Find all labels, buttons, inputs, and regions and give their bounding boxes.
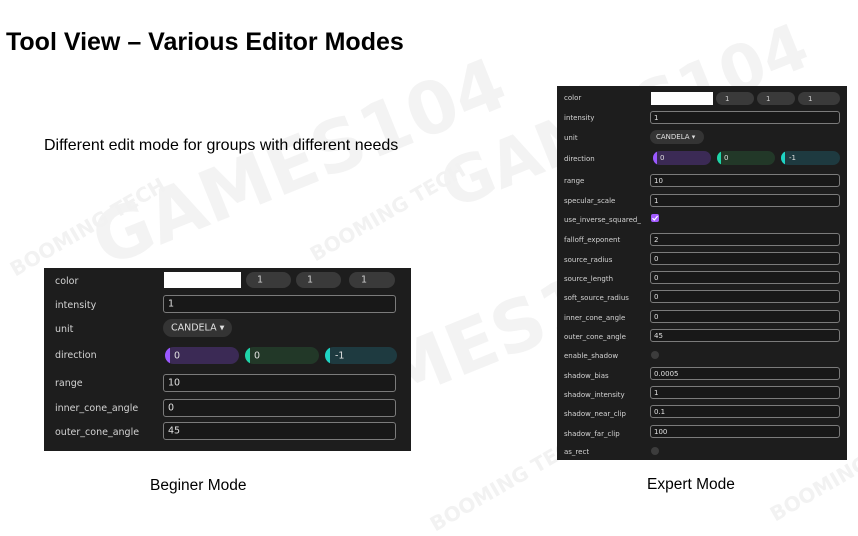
- unit-dropdown[interactable]: CANDELA ▾: [650, 130, 704, 144]
- enable-shadow-checkbox[interactable]: [651, 351, 659, 359]
- soft-source-radius-input[interactable]: 0: [650, 290, 840, 303]
- color-label: color: [564, 94, 582, 102]
- outer-cone-angle-input[interactable]: 45: [163, 422, 396, 440]
- range-input[interactable]: 10: [163, 374, 396, 392]
- beginner-mode-panel: color 1 1 1 intensity 1 unit CANDELA ▾ d…: [44, 268, 411, 451]
- source-radius-label: source_radius: [564, 256, 613, 264]
- shadow-near-clip-label: shadow_near_clip: [564, 410, 626, 418]
- source-length-input[interactable]: 0: [650, 271, 840, 284]
- shadow-bias-input[interactable]: 0.0005: [650, 367, 840, 380]
- source-radius-input[interactable]: 0: [650, 252, 840, 265]
- direction-x-field[interactable]: 0: [165, 347, 239, 364]
- soft-source-radius-label: soft_source_radius: [564, 294, 629, 302]
- enable-shadow-label: enable_shadow: [564, 352, 619, 360]
- direction-x-field[interactable]: 0: [653, 151, 711, 165]
- unit-label: unit: [55, 324, 74, 335]
- slide-subtitle: Different edit mode for groups with diff…: [44, 137, 399, 154]
- specular-scale-input[interactable]: 1: [650, 194, 840, 207]
- unit-label: unit: [564, 134, 578, 142]
- color-r-field[interactable]: 1: [246, 272, 291, 288]
- watermark-games104: GAMES104: [80, 41, 518, 283]
- use-inverse-squared-checkbox[interactable]: [651, 214, 659, 222]
- intensity-label: intensity: [564, 114, 595, 122]
- outer-cone-angle-label: outer_cone_angle: [564, 333, 626, 341]
- beginner-mode-caption: Beginer Mode: [150, 477, 247, 494]
- shadow-intensity-label: shadow_intensity: [564, 391, 625, 399]
- source-length-label: source_length: [564, 275, 614, 283]
- shadow-far-clip-label: shadow_far_clip: [564, 430, 620, 438]
- expert-mode-panel: color 1 1 1 intensity 1 unit CANDELA ▾ d…: [557, 86, 847, 460]
- inner-cone-angle-input[interactable]: 0: [650, 310, 840, 323]
- direction-label: direction: [564, 155, 595, 163]
- color-r-field[interactable]: 1: [716, 92, 754, 105]
- direction-label: direction: [55, 350, 97, 361]
- outer-cone-angle-input[interactable]: 45: [650, 329, 840, 342]
- outer-cone-angle-label: outer_cone_angle: [55, 427, 140, 438]
- color-label: color: [55, 276, 79, 287]
- intensity-input[interactable]: 1: [650, 111, 840, 124]
- color-g-field[interactable]: 1: [296, 272, 341, 288]
- inner-cone-angle-label: inner_cone_angle: [55, 403, 139, 414]
- color-b-field[interactable]: 1: [349, 272, 395, 288]
- unit-dropdown[interactable]: CANDELA ▾: [163, 319, 232, 337]
- range-label: range: [564, 177, 585, 185]
- color-swatch[interactable]: [651, 92, 713, 105]
- shadow-bias-label: shadow_bias: [564, 372, 609, 380]
- falloff-exponent-input[interactable]: 2: [650, 233, 840, 246]
- shadow-intensity-input[interactable]: 1: [650, 386, 840, 399]
- watermark-booming-tech: BOOMING TECH: [5, 172, 170, 282]
- direction-y-field[interactable]: 0: [245, 347, 319, 364]
- direction-z-field[interactable]: -1: [781, 151, 840, 165]
- shadow-far-clip-input[interactable]: 100: [650, 425, 840, 438]
- color-b-field[interactable]: 1: [798, 92, 840, 105]
- specular-scale-label: specular_scale: [564, 197, 616, 205]
- range-label: range: [55, 378, 83, 389]
- direction-z-field[interactable]: -1: [325, 347, 397, 364]
- inner-cone-angle-label: inner_cone_angle: [564, 314, 626, 322]
- slide-title: Tool View – Various Editor Modes: [6, 28, 404, 56]
- color-swatch[interactable]: [164, 272, 241, 288]
- as-rect-checkbox[interactable]: [651, 447, 659, 455]
- intensity-input[interactable]: 1: [163, 295, 396, 313]
- color-g-field[interactable]: 1: [757, 92, 795, 105]
- direction-y-field[interactable]: 0: [717, 151, 775, 165]
- shadow-near-clip-input[interactable]: 0.1: [650, 405, 840, 418]
- use-inverse-squared-label: use_inverse_squared_: [564, 216, 641, 224]
- checkmark-icon: [652, 215, 659, 221]
- falloff-exponent-label: falloff_exponent: [564, 236, 621, 244]
- watermark-booming-tech: BOOMING TECH: [305, 157, 470, 267]
- inner-cone-angle-input[interactable]: 0: [163, 399, 396, 417]
- as-rect-label: as_rect: [564, 448, 590, 456]
- range-input[interactable]: 10: [650, 174, 840, 187]
- expert-mode-caption: Expert Mode: [647, 476, 735, 493]
- intensity-label: intensity: [55, 300, 97, 311]
